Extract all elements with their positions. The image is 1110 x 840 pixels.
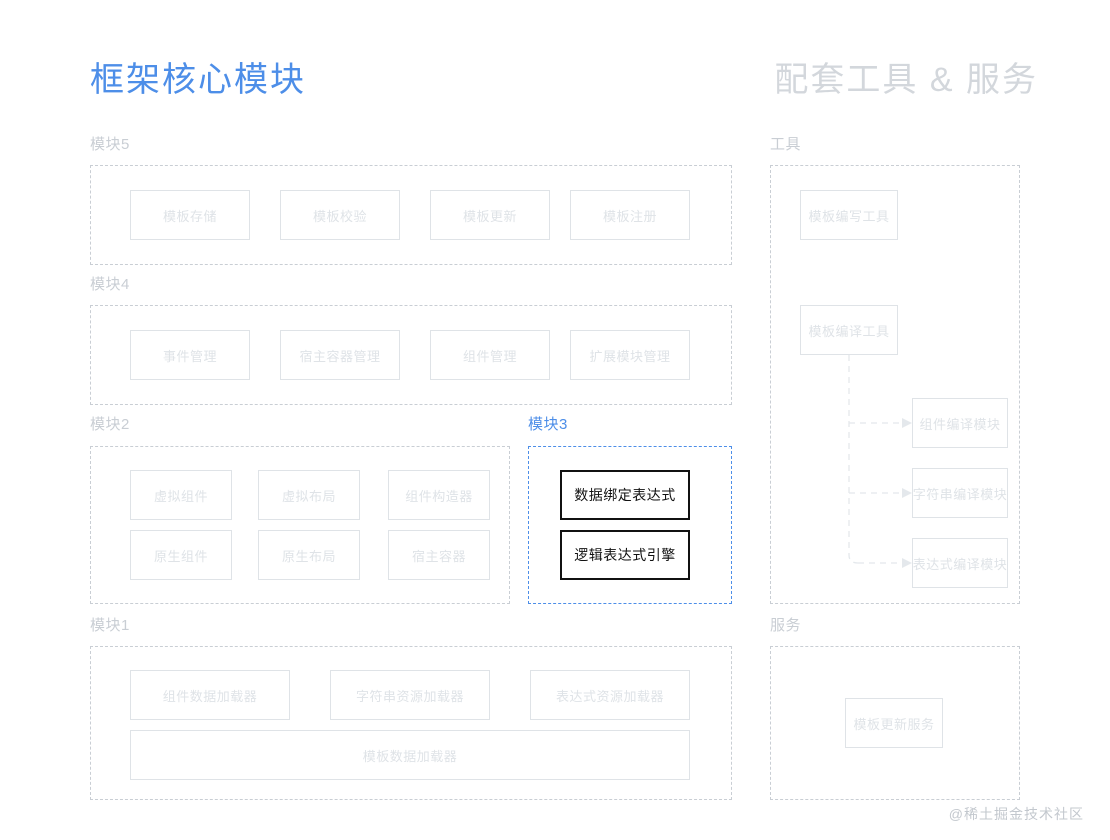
- node-module2-4[interactable]: 原生布局: [258, 530, 360, 580]
- node-module5-2[interactable]: 模板更新: [430, 190, 550, 240]
- node-module4-2[interactable]: 组件管理: [430, 330, 550, 380]
- node-tool-template-compiler[interactable]: 模板编译工具: [800, 305, 898, 355]
- node-module2-5[interactable]: 宿主容器: [388, 530, 490, 580]
- group-label-module5: 模块5: [90, 136, 130, 153]
- node-module4-0[interactable]: 事件管理: [130, 330, 250, 380]
- node-module2-3[interactable]: 原生组件: [130, 530, 232, 580]
- node-module5-0[interactable]: 模板存储: [130, 190, 250, 240]
- group-label-module3: 模块3: [528, 416, 568, 433]
- node-module2-1[interactable]: 虚拟布局: [258, 470, 360, 520]
- node-tool-expression-compile-module[interactable]: 表达式编译模块: [912, 538, 1008, 588]
- node-tool-component-compile-module[interactable]: 组件编译模块: [912, 398, 1008, 448]
- node-module1-3[interactable]: 模板数据加载器: [130, 730, 690, 780]
- node-module2-2[interactable]: 组件构造器: [388, 470, 490, 520]
- group-label-module1: 模块1: [90, 617, 130, 634]
- diagram-canvas: 框架核心模块 配套工具 & 服务 模块5 模板存储 模板校验 模板更新 模板注册…: [0, 0, 1110, 840]
- node-module4-3[interactable]: 扩展模块管理: [570, 330, 690, 380]
- node-module2-0[interactable]: 虚拟组件: [130, 470, 232, 520]
- node-module1-0[interactable]: 组件数据加载器: [130, 670, 290, 720]
- group-label-module4: 模块4: [90, 276, 130, 293]
- node-module1-2[interactable]: 表达式资源加载器: [530, 670, 690, 720]
- group-label-tools: 工具: [770, 136, 802, 153]
- watermark: @稀土掘金技术社区: [948, 806, 1084, 822]
- node-service-template-update[interactable]: 模板更新服务: [845, 698, 943, 748]
- node-tool-template-editor[interactable]: 模板编写工具: [800, 190, 898, 240]
- node-module4-1[interactable]: 宿主容器管理: [280, 330, 400, 380]
- node-module1-1[interactable]: 字符串资源加载器: [330, 670, 490, 720]
- node-tool-string-compile-module[interactable]: 字符串编译模块: [912, 468, 1008, 518]
- page-title-right: 配套工具 & 服务: [774, 61, 1038, 99]
- page-title-left: 框架核心模块: [90, 61, 306, 99]
- node-module3-1[interactable]: 逻辑表达式引擎: [560, 530, 690, 580]
- node-module3-0[interactable]: 数据绑定表达式: [560, 470, 690, 520]
- node-module5-3[interactable]: 模板注册: [570, 190, 690, 240]
- group-label-module2: 模块2: [90, 416, 130, 433]
- node-module5-1[interactable]: 模板校验: [280, 190, 400, 240]
- group-label-services: 服务: [770, 617, 802, 634]
